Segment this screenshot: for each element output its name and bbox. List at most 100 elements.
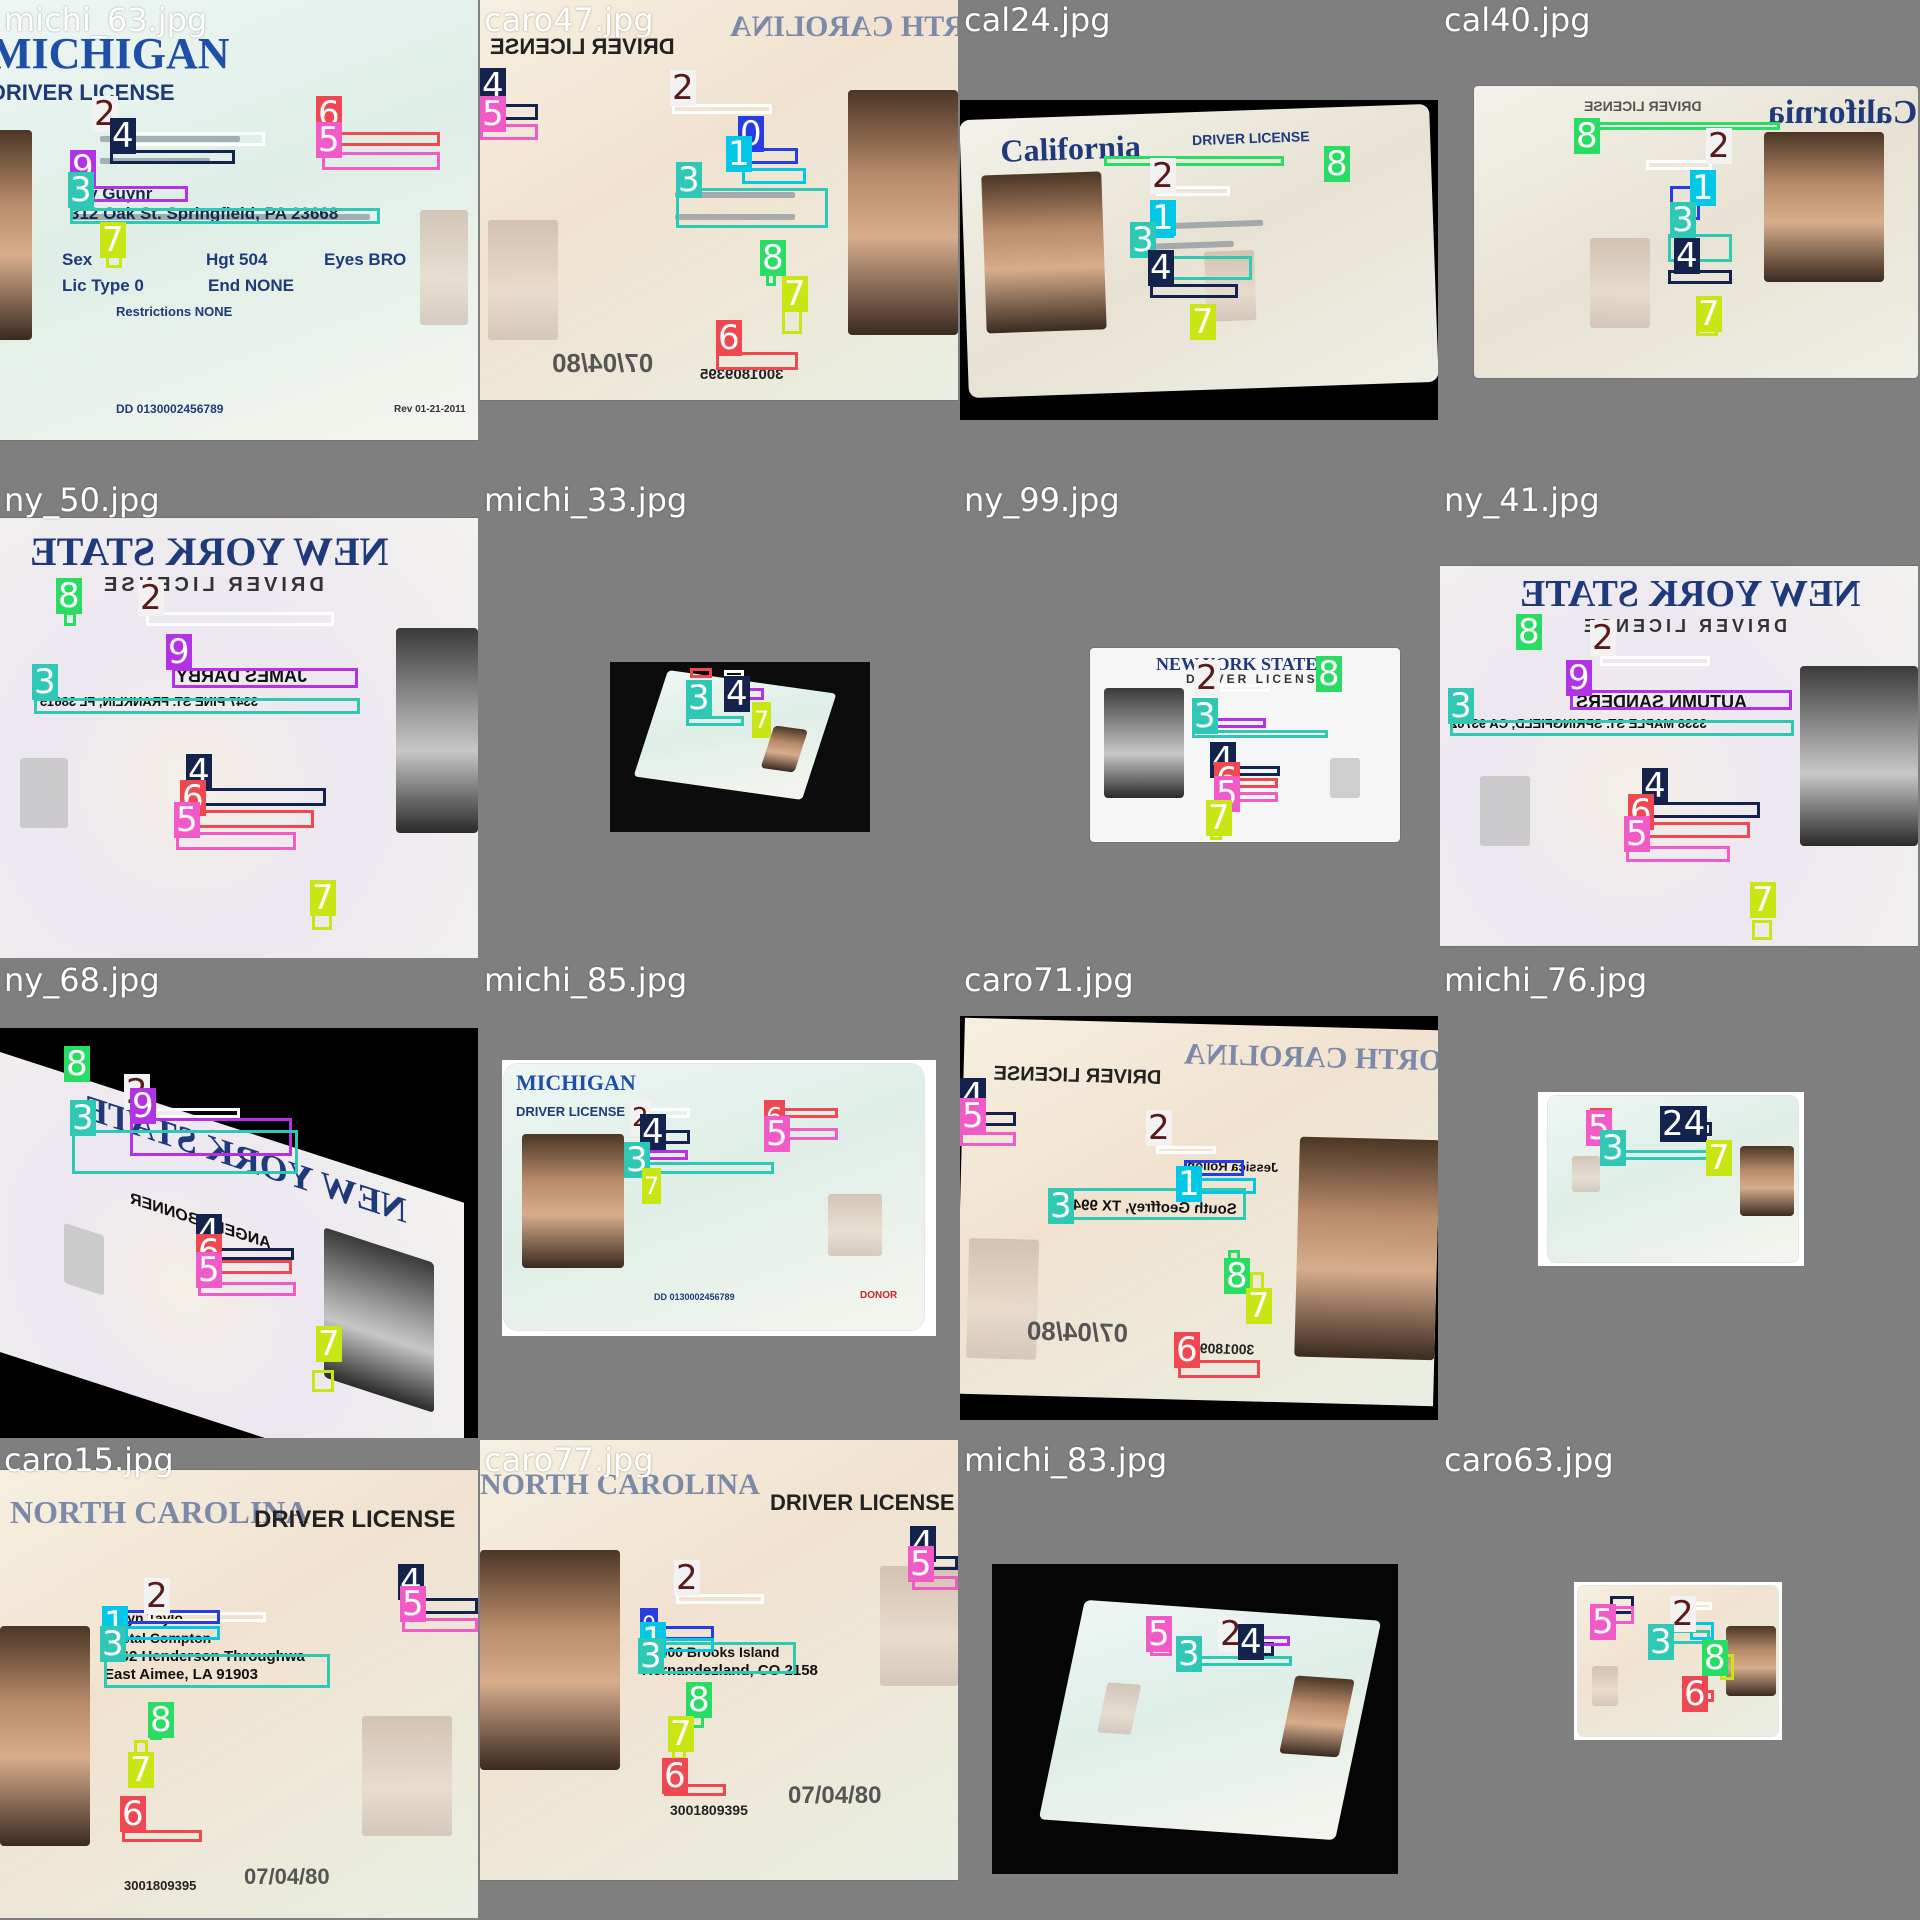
annotation-label: 7	[668, 1714, 694, 1754]
card-donor: DONOR	[860, 1290, 898, 1301]
card-state-title: NEW YORK STATE	[30, 529, 389, 574]
card-state-title: NORTH CAROLINA	[730, 10, 958, 43]
annotation-label: 5	[908, 1544, 934, 1584]
annotation-label: 5	[480, 94, 506, 134]
tile-filename: michi_33.jpg	[484, 481, 688, 519]
card-rev: Rev 01-21-2011	[394, 404, 466, 415]
card-dd: 3001809395	[124, 1878, 197, 1893]
annotation-label: 2	[138, 578, 164, 618]
annotation-label: 4	[1238, 1622, 1264, 1662]
annotation-label: 8	[1574, 116, 1600, 156]
annotation-label: 5	[316, 120, 342, 160]
annotation-label: 1	[726, 134, 752, 174]
card-photo	[848, 90, 958, 335]
tile-filename: caro47.jpg	[484, 1, 654, 39]
annotation-label: 4	[724, 674, 750, 714]
card-state-title: NORTH CAROLINA	[1183, 1037, 1438, 1078]
card-type-title: DRIVER LICENSE	[770, 1490, 955, 1515]
license-card: MICHIGAN DRIVER LICENSE DD 0130002456789…	[504, 1064, 924, 1330]
card-dob: 07/04/80	[244, 1864, 330, 1889]
card-type-title: DRIVER LICENSE	[0, 80, 175, 105]
annotation-box	[1752, 920, 1772, 940]
tile-filename: michi_63.jpg	[4, 1, 208, 39]
tile-michi-76: 5 24 3 7 michi_76.jpg	[1440, 960, 1918, 1438]
tile-filename: michi_85.jpg	[484, 961, 688, 999]
card-type-title: DRIVER LICENSE	[100, 574, 324, 596]
annotation-label: 2	[670, 68, 696, 108]
card-eyes: Eyes BRO	[324, 250, 407, 269]
tile-filename: michi_83.jpg	[964, 1441, 1168, 1479]
annotation-label: 6	[1174, 1330, 1200, 1370]
card-ghost-photo	[1480, 776, 1530, 846]
annotation-label: 7	[1706, 1138, 1732, 1178]
card-end: End NONE	[208, 276, 294, 295]
card-ghost-photo	[1592, 1666, 1618, 1706]
license-card: California DRIVER LICENSE	[960, 103, 1438, 399]
annotation-label: 8	[1702, 1638, 1728, 1678]
card-photo	[1800, 666, 1918, 846]
card-state-title: California	[1768, 94, 1918, 131]
card-ghost-photo	[1572, 1156, 1600, 1192]
annotation-label: 3	[1600, 1128, 1626, 1168]
annotation-box	[34, 698, 360, 714]
card-photo	[522, 1134, 624, 1268]
card-type-title: DRIVER LICENSE	[1584, 98, 1702, 114]
card-photo	[1104, 688, 1184, 798]
annotation-label: 4	[1148, 248, 1174, 288]
card-photo	[0, 130, 32, 340]
card-photo	[1764, 132, 1884, 282]
card-photo	[324, 1227, 434, 1413]
card-ghost-photo	[828, 1194, 882, 1256]
annotation-label: 5	[174, 800, 200, 840]
card-restrictions: Restrictions NONE	[116, 304, 233, 319]
card-type-title: DRIVER LICENSE	[516, 1104, 626, 1119]
annotation-box	[104, 1654, 330, 1688]
annotation-box	[72, 1130, 298, 1174]
tile-filename: ny_50.jpg	[4, 481, 160, 519]
card-dd: 3001809395	[670, 1802, 748, 1818]
annotation-box	[146, 612, 334, 626]
tile-filename: ny_68.jpg	[4, 961, 160, 999]
annotation-label: 5	[196, 1250, 222, 1290]
card-ghost-photo	[420, 210, 468, 325]
annotation-label: 3	[1176, 1634, 1202, 1674]
card-type-title: DRIVER LICENSE	[1191, 128, 1310, 149]
card-sex-label: Sex	[62, 250, 93, 269]
card-photo	[1294, 1136, 1438, 1361]
card-photo	[1279, 1675, 1355, 1758]
tile-ny-68: NEW YORK STATE ANGELA BONNER 8 2 9 3 4 6…	[0, 960, 478, 1438]
annotation-label: 7	[1750, 880, 1776, 920]
annotation-box	[192, 788, 326, 806]
card-dd: DD 0130002456789	[654, 1292, 735, 1302]
annotation-label: 8	[760, 238, 786, 278]
annotation-label: 2	[1590, 618, 1616, 658]
card-hgt: Hgt 504	[206, 250, 268, 269]
annotation-label: 3	[68, 170, 94, 210]
annotation-label: 7	[316, 1324, 342, 1364]
tile-ny-41: NEW YORK STATE DRIVER LICENSE AUTUMN SAN…	[1440, 480, 1918, 958]
annotation-label: 8	[56, 576, 82, 616]
card-state-title: NEW YORK STATE	[1520, 573, 1861, 615]
annotation-label: 3	[686, 678, 712, 718]
annotation-label: 8	[1324, 144, 1350, 184]
annotation-label: 2	[1150, 156, 1176, 196]
card-photo	[396, 628, 478, 833]
annotation-label: 5	[1590, 1602, 1616, 1642]
annotation-label: 3	[638, 1636, 664, 1676]
card-ghost-photo	[1330, 758, 1360, 798]
card-state-title: MICHIGAN	[516, 1070, 636, 1095]
tile-filename: michi_76.jpg	[1444, 961, 1648, 999]
tile-filename: ny_41.jpg	[1444, 481, 1600, 519]
card-dd: DD 0130002456789	[116, 402, 224, 416]
annotation-box	[172, 668, 358, 688]
tile-ny-99: NEW YORK STATE DRIVER LICENSE 2 8 3 4 6 …	[960, 480, 1438, 958]
annotation-box	[1600, 656, 1710, 666]
tile-caro71: NORTH CAROLINA DRIVER LICENSE Jessica Ro…	[960, 960, 1438, 1438]
annotation-box	[690, 668, 712, 678]
annotation-label: 2	[674, 1558, 700, 1598]
annotation-label: 2	[1706, 126, 1732, 166]
annotation-label: 9	[166, 632, 192, 672]
tile-caro15: NORTH CAROLINA DRIVER LICENSE aryn Taylo…	[0, 1440, 478, 1918]
card-dob: 07/04/80	[1026, 1315, 1129, 1349]
tile-caro77: NORTH CAROLINA DRIVER LICENSE 21600 Broo…	[480, 1440, 958, 1918]
